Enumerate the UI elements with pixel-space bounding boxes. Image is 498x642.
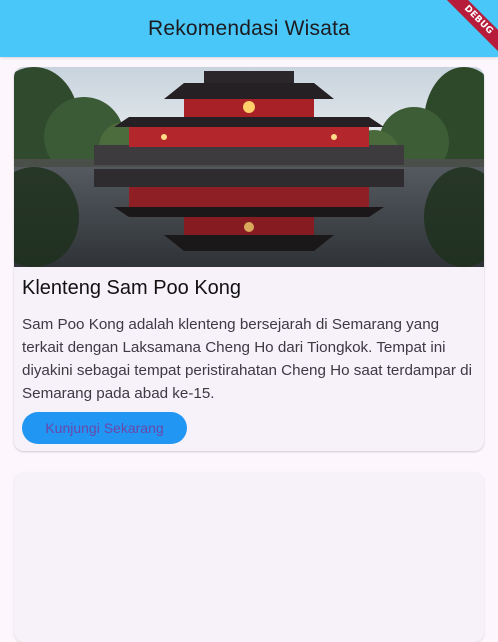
destination-title: Klenteng Sam Poo Kong [22,277,242,299]
destination-description: Sam Poo Kong adalah klenteng bersejarah … [22,316,472,402]
destination-card-2 [14,472,484,642]
destination-card: Klenteng Sam Poo Kong Sam Poo Kong adala… [14,67,484,451]
visit-now-button[interactable]: Kunjungi Sekarang [22,412,187,444]
app-bar-title: Rekomendasi Wisata [147,16,350,40]
app-bar: Rekomendasi Wisata [0,0,498,57]
destination-image [14,67,484,267]
